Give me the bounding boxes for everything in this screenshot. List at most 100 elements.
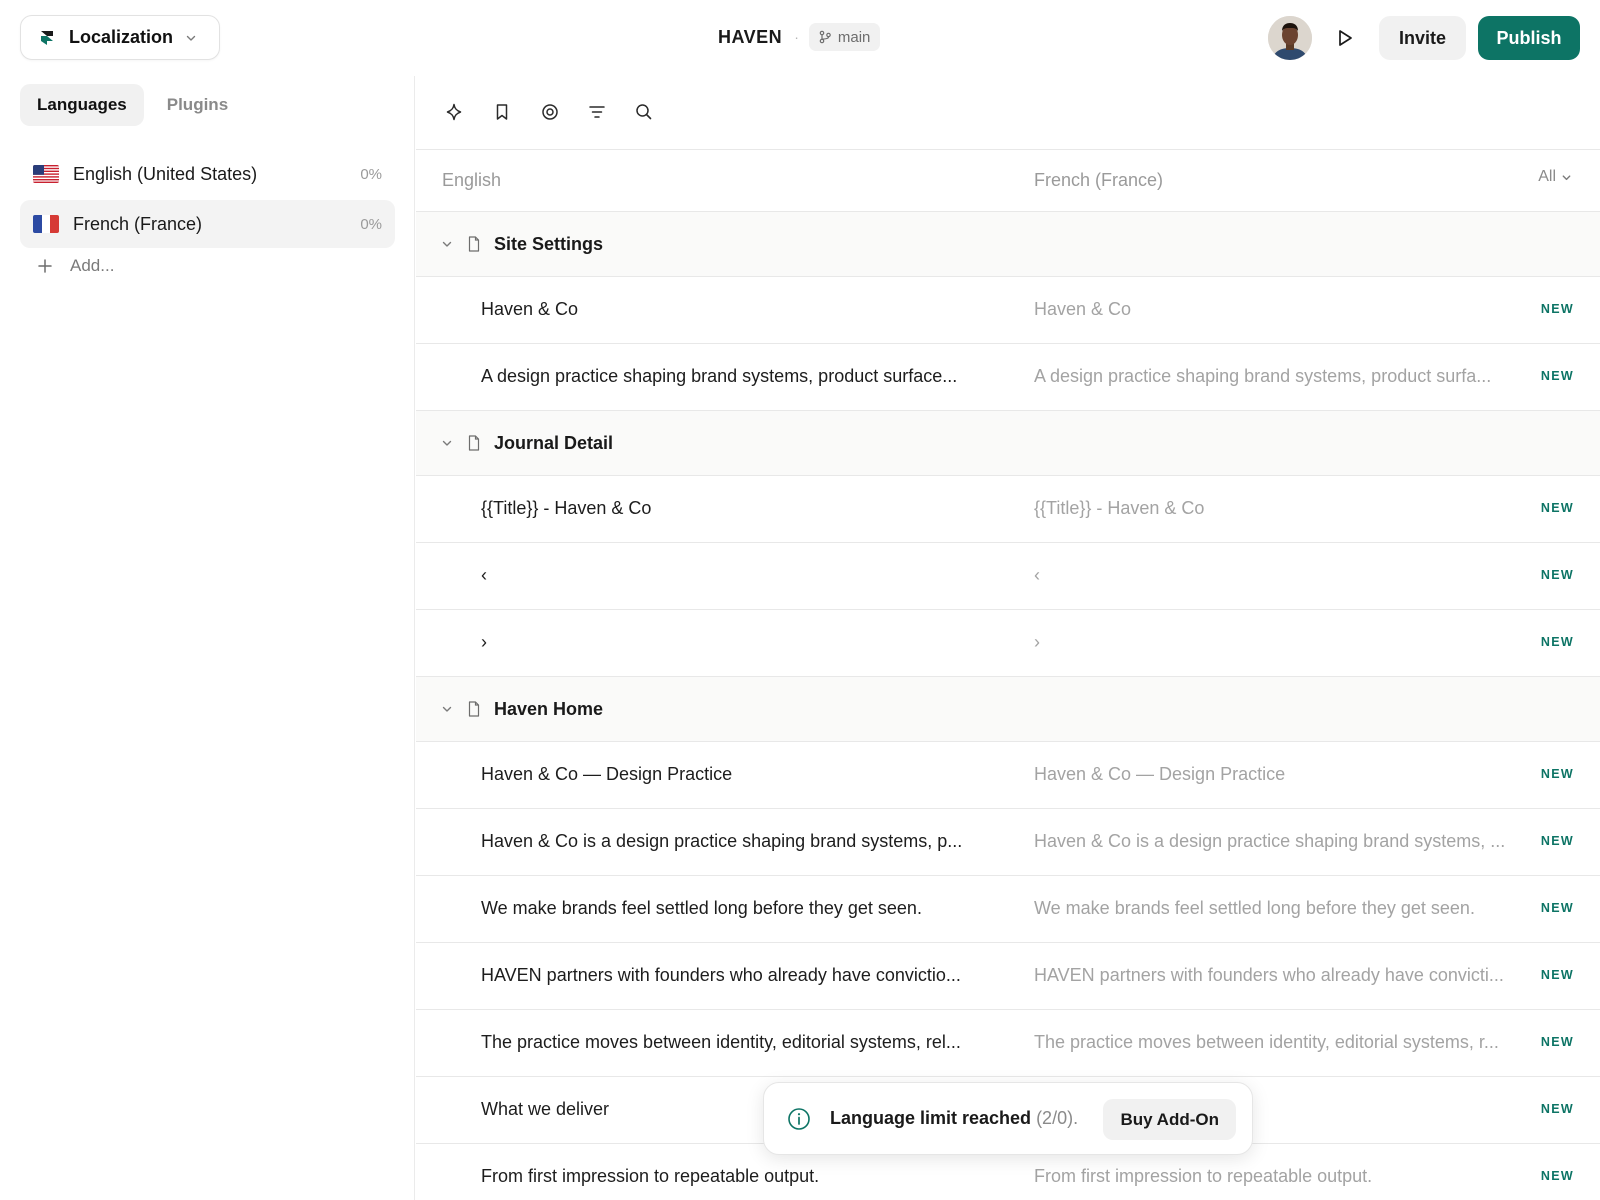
target-text[interactable]: Haven & Co is a design practice shaping … <box>1034 831 1520 852</box>
project-label: Localization <box>69 27 174 47</box>
group-row-haven-home[interactable]: Haven Home <box>416 677 1600 742</box>
table-row[interactable]: {{Title}} - Haven & Co {{Title}} - Haven… <box>416 476 1600 543</box>
table-row[interactable]: We make brands feel settled long before … <box>416 876 1600 943</box>
site-name: HAVEN <box>718 26 783 47</box>
chevron-down-icon <box>186 35 196 41</box>
fr-flag-icon <box>33 215 59 233</box>
play-icon <box>1339 30 1352 46</box>
target-column-header: French (France) <box>1034 170 1164 190</box>
source-text: Haven & Co is a design practice shaping … <box>481 831 963 851</box>
group-name: Site Settings <box>494 233 604 254</box>
language-name: French (France) <box>73 213 203 234</box>
target-text[interactable]: The practice moves between identity, edi… <box>1034 1032 1520 1053</box>
framer-logo-icon <box>41 30 53 45</box>
table-row[interactable]: The practice moves between identity, edi… <box>416 1010 1600 1077</box>
branch-badge[interactable]: main <box>808 23 881 51</box>
status-badge: NEW <box>1540 834 1574 848</box>
table-row[interactable]: ‹ ‹ NEW <box>416 543 1600 610</box>
language-item-french[interactable]: French (France) 0% <box>20 200 395 248</box>
document-icon <box>468 236 480 252</box>
source-text: Haven & Co — Design Practice <box>481 764 733 784</box>
add-language-button[interactable]: Add... <box>34 256 114 276</box>
top-bar: Localization HAVEN · main Invite Publish <box>0 0 1600 76</box>
target-icon[interactable] <box>538 100 562 124</box>
toolbar <box>416 76 1600 150</box>
status-filter-label: All <box>1538 168 1556 185</box>
status-badge: NEW <box>1540 767 1574 781</box>
sidebar: Languages Plugins English (United States… <box>0 76 415 1200</box>
toast-message: Language limit reached <box>830 1108 1032 1128</box>
status-badge: NEW <box>1540 369 1574 383</box>
status-badge: NEW <box>1540 302 1574 316</box>
language-limit-toast: Language limit reached (2/0). Buy Add-On <box>763 1082 1253 1155</box>
sparkle-icon[interactable] <box>442 100 466 124</box>
source-text: ‹ <box>481 565 487 585</box>
status-badge: NEW <box>1540 568 1574 582</box>
source-text: The practice moves between identity, edi… <box>481 1032 961 1052</box>
search-icon[interactable] <box>632 100 656 124</box>
target-text[interactable]: A design practice shaping brand systems,… <box>1034 366 1520 387</box>
table-row[interactable]: › › NEW <box>416 610 1600 677</box>
document-icon <box>468 435 480 451</box>
plus-icon <box>38 259 52 273</box>
document-icon <box>468 701 480 717</box>
target-text[interactable]: › <box>1034 632 1520 653</box>
sidebar-tabs: Languages Plugins <box>20 84 245 126</box>
bookmark-icon[interactable] <box>490 100 514 124</box>
chevron-down-icon <box>442 241 452 247</box>
table-row[interactable]: HAVEN partners with founders who already… <box>416 943 1600 1010</box>
us-flag-icon <box>33 165 59 183</box>
source-text: HAVEN partners with founders who already… <box>481 965 961 985</box>
table-row[interactable]: Haven & Co — Design Practice Haven & Co … <box>416 742 1600 809</box>
filter-icon[interactable] <box>585 100 609 124</box>
branch-icon <box>819 30 831 44</box>
language-item-english[interactable]: English (United States) 0% <box>20 150 395 198</box>
translation-table: Site Settings Haven & Co Haven & Co NEW … <box>416 212 1600 1200</box>
chevron-down-icon <box>442 706 452 712</box>
invite-button[interactable]: Invite <box>1379 16 1466 60</box>
source-text: A design practice shaping brand systems,… <box>481 366 958 386</box>
status-badge: NEW <box>1540 1102 1574 1116</box>
site-title-group: HAVEN · main <box>718 22 881 52</box>
target-text[interactable]: ‹ <box>1034 565 1520 586</box>
target-text[interactable]: From first impression to repeatable outp… <box>1034 1166 1520 1187</box>
project-switcher[interactable]: Localization <box>20 15 220 60</box>
source-column-header: English <box>442 170 502 190</box>
language-progress: 0% <box>360 165 382 183</box>
target-text[interactable]: {{Title}} - Haven & Co <box>1034 498 1520 519</box>
buy-add-on-button[interactable]: Buy Add-On <box>1103 1099 1236 1140</box>
target-text[interactable]: HAVEN partners with founders who already… <box>1034 965 1520 986</box>
info-icon <box>788 1107 810 1130</box>
source-text: We make brands feel settled long before … <box>481 898 922 918</box>
group-row-site-settings[interactable]: Site Settings <box>416 212 1600 277</box>
publish-button[interactable]: Publish <box>1478 16 1580 60</box>
group-name: Haven Home <box>494 698 604 719</box>
user-avatar[interactable] <box>1268 16 1312 60</box>
tab-languages[interactable]: Languages <box>20 84 144 126</box>
target-text[interactable]: We make brands feel settled long before … <box>1034 898 1520 919</box>
chevron-down-icon <box>1562 174 1571 180</box>
status-badge: NEW <box>1540 968 1574 982</box>
target-text[interactable]: Haven & Co <box>1034 299 1520 320</box>
table-row[interactable]: Haven & Co is a design practice shaping … <box>416 809 1600 876</box>
toast-count: (2/0). <box>1036 1108 1079 1128</box>
preview-play-button[interactable] <box>1330 23 1360 53</box>
status-badge: NEW <box>1540 1035 1574 1049</box>
group-name: Journal Detail <box>494 432 614 453</box>
status-badge: NEW <box>1540 1169 1574 1183</box>
add-language-label: Add... <box>70 256 115 275</box>
column-header: English French (France) All <box>416 150 1600 212</box>
group-row-journal-detail[interactable]: Journal Detail <box>416 411 1600 476</box>
status-filter-dropdown[interactable]: All <box>1538 168 1572 186</box>
title-separator: · <box>794 29 799 45</box>
table-row[interactable]: Haven & Co Haven & Co NEW <box>416 277 1600 344</box>
chevron-down-icon <box>442 440 452 446</box>
source-text: › <box>481 632 487 652</box>
language-progress: 0% <box>360 215 382 233</box>
target-text[interactable]: Haven & Co — Design Practice <box>1034 764 1520 785</box>
main-panel: English French (France) All Site Setting… <box>416 76 1600 1200</box>
language-name: English (United States) <box>73 163 258 184</box>
avatar-image <box>1268 16 1312 60</box>
tab-plugins[interactable]: Plugins <box>150 84 245 126</box>
table-row[interactable]: A design practice shaping brand systems,… <box>416 344 1600 411</box>
